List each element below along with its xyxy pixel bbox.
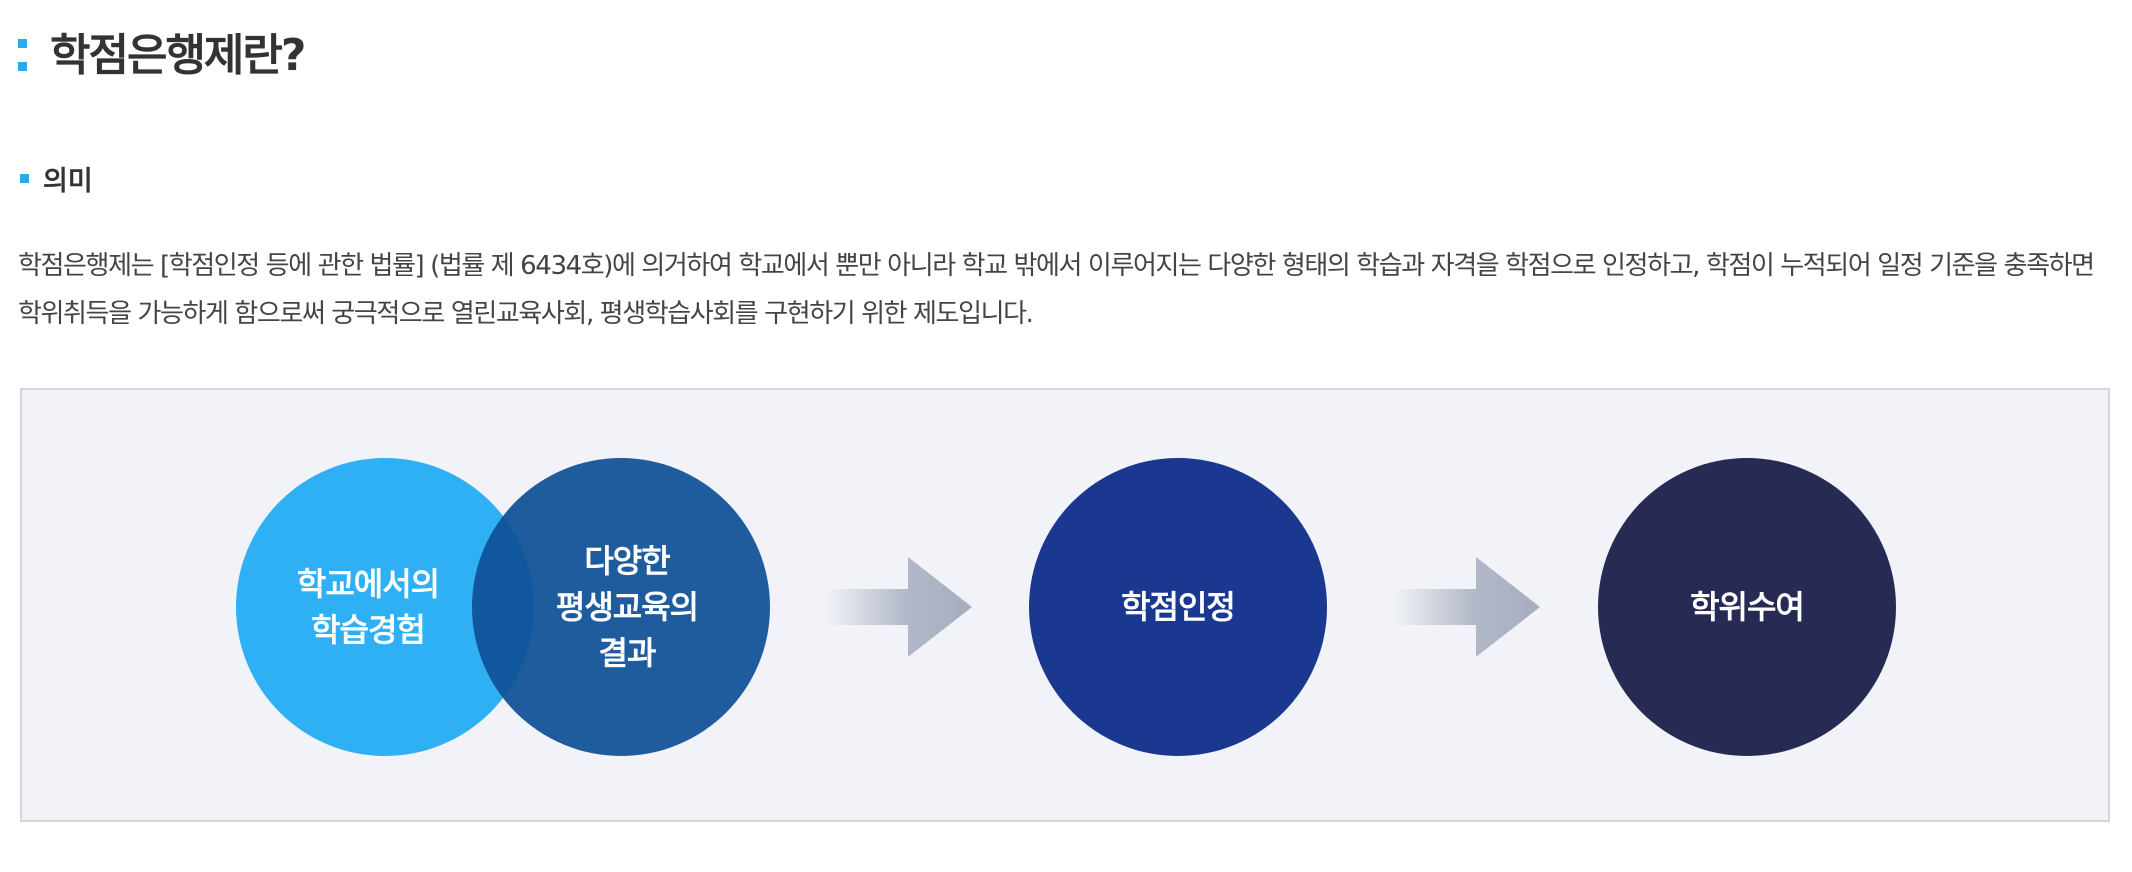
process-diagram: 학교에서의 학습경험 다양한 평생교육의 결과 학점인정 학위수여 <box>20 388 2110 822</box>
page-title-text: 학점은행제란? <box>50 30 306 81</box>
circle-degree-conferral: 학위수여 <box>1598 458 1896 756</box>
title-colon-marker <box>18 35 30 75</box>
circle-label: 학점인정 <box>1121 588 1236 626</box>
circle-label: 다양한 평생교육의 결과 <box>555 542 699 672</box>
circle-lifelong-education: 다양한 평생교육의 결과 <box>472 458 770 756</box>
description-paragraph: 학점은행제는 [학점인정 등에 관한 법률] (법률 제 6434호)에 의거하… <box>18 251 2095 329</box>
square-bullet-icon <box>20 173 29 183</box>
circle-label: 학위수여 <box>1690 588 1805 626</box>
arrow-right-icon <box>826 557 972 657</box>
section-heading: 의미 <box>20 158 93 198</box>
page-title: 학점은행제란? <box>18 16 306 86</box>
arrow-right-icon <box>1394 557 1540 657</box>
circle-credit-recognition: 학점인정 <box>1029 458 1327 756</box>
circle-label: 학교에서의 학습경험 <box>296 565 440 649</box>
section-heading-text: 의미 <box>43 165 93 197</box>
